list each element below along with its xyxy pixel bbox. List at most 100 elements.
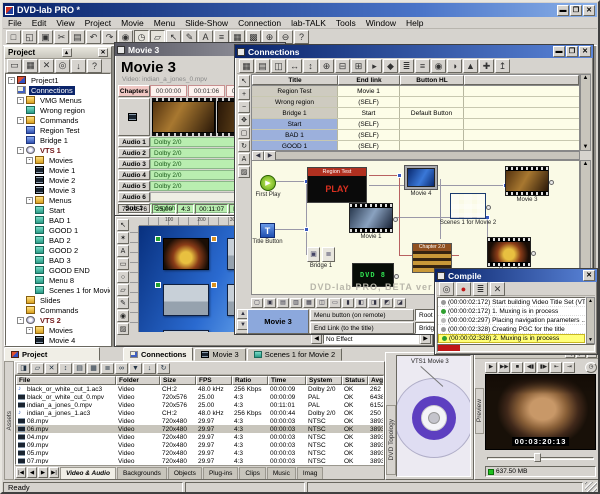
- asset-row-08-mpv[interactable]: 08.mpvVideo720x48029.974:300:00:03NTSCOK…: [16, 417, 383, 425]
- menu-edit[interactable]: Edit: [27, 18, 52, 28]
- fill-tool-icon[interactable]: ▨: [238, 166, 250, 178]
- project-panel-header[interactable]: Project ▴ ✕: [5, 47, 111, 59]
- tab-first-icon[interactable]: |◀: [16, 467, 26, 478]
- record-icon[interactable]: ●: [456, 282, 471, 296]
- project-tree[interactable]: -Project1Connections-VMG MenusWrong regi…: [5, 73, 111, 346]
- connections-row-region-test[interactable]: Region TestMovie 1: [252, 86, 579, 97]
- tree-item-movie-4[interactable]: Movie 4: [6, 335, 110, 345]
- refresh-icon[interactable]: ↻: [157, 363, 170, 374]
- tree-item-bad-3[interactable]: BAD 3: [6, 255, 110, 265]
- transition-select[interactable]: No Effect: [323, 334, 419, 344]
- tree-expander-icon[interactable]: -: [17, 317, 24, 324]
- maximize-icon[interactable]: ❐: [570, 5, 582, 16]
- open-folder-icon[interactable]: ▱: [31, 363, 44, 374]
- footer-tool-icon[interactable]: ▤: [277, 298, 289, 308]
- tree-expander-icon[interactable]: -: [26, 157, 33, 164]
- tree-item-start[interactable]: Start: [6, 205, 110, 215]
- panel-pin-icon[interactable]: ▴: [62, 48, 72, 57]
- column-header-end-link[interactable]: End link: [338, 75, 400, 85]
- filter-icon[interactable]: ▼: [129, 363, 142, 374]
- tree-item-bridge-1[interactable]: Bridge 1: [6, 135, 110, 145]
- asset-row-09-mpv[interactable]: 09.mpvVideo720x48029.974:300:00:03NTSCOK…: [16, 441, 383, 449]
- compile-close-icon[interactable]: ✕: [583, 270, 595, 281]
- conn-close-icon[interactable]: ✕: [579, 46, 591, 57]
- column-header-ratio[interactable]: Ratio: [232, 376, 268, 385]
- chapter-cell[interactable]: 00:00:00: [150, 85, 187, 97]
- track-label[interactable]: Audio 6: [118, 192, 150, 202]
- play-icon[interactable]: ▶: [485, 362, 497, 373]
- connections-row-wrong-region[interactable]: Wrong region(SELF): [252, 97, 579, 108]
- tree-expander-icon[interactable]: -: [26, 197, 33, 204]
- asset-row-black-or-white-cut-0-mpv[interactable]: black_or_white_cut_0.mpvVideo720x57625.0…: [16, 393, 383, 401]
- tree-item-movies[interactable]: -Movies: [6, 155, 110, 165]
- node-first-play[interactable]: ▶First Play: [260, 175, 276, 191]
- category-tab-backgrounds[interactable]: Backgrounds: [117, 467, 167, 479]
- category-tab-clips[interactable]: Clips: [239, 467, 265, 479]
- auto-arrange-icon[interactable]: ◫: [271, 59, 286, 73]
- tree-item-good-1[interactable]: GOOD 1: [6, 225, 110, 235]
- help-icon[interactable]: ?: [294, 30, 309, 44]
- menu-file[interactable]: File: [3, 18, 27, 28]
- add-movie-icon[interactable]: ▭: [7, 59, 22, 73]
- asset-row-black-or-white-cut-1-ac3[interactable]: ♪black_or_white_cut_1.ac3VideoCH:248.0 k…: [16, 385, 383, 393]
- delete-item-icon[interactable]: ✕: [39, 59, 54, 73]
- sort-icon[interactable]: ↕: [59, 363, 72, 374]
- tab-preview[interactable]: Preview: [475, 388, 484, 434]
- asset-row-indian-a-jones-1-ac3[interactable]: ♪indian_a_jones_1.ac3VideoCH:248.0 kHz25…: [16, 409, 383, 417]
- new-icon[interactable]: □: [6, 30, 21, 44]
- tree-expander-icon[interactable]: -: [17, 147, 24, 154]
- tree-item-vts-2[interactable]: -VTS 2: [6, 315, 110, 325]
- log-list-icon[interactable]: ≣: [473, 282, 488, 296]
- connections-row-start[interactable]: Start(SELF): [252, 119, 579, 130]
- asset-row-05-mpv[interactable]: 05.mpvVideo720x48029.974:300:00:03NTSCOK…: [16, 449, 383, 457]
- import-asset-icon[interactable]: ↓: [71, 59, 86, 73]
- tree-item-vts-1[interactable]: -VTS 1: [6, 145, 110, 155]
- footer-tool-icon[interactable]: ◨: [368, 298, 380, 308]
- column-header-avg-bitr[interactable]: Avg Bitr: [368, 376, 384, 385]
- menu-lab-talk[interactable]: lab-TALK: [286, 18, 331, 28]
- menu-window[interactable]: Window: [361, 18, 401, 28]
- footer-tool-icon[interactable]: ▢: [251, 298, 263, 308]
- import-icon[interactable]: ↓: [143, 363, 156, 374]
- conn-maximize-icon[interactable]: ❐: [566, 46, 578, 57]
- loop-tool-icon[interactable]: ↻: [238, 140, 250, 152]
- tree-item-good-2[interactable]: GOOD 2: [6, 245, 110, 255]
- tree-item-movies[interactable]: -Movies: [6, 325, 110, 335]
- menu-movie[interactable]: Movie: [116, 18, 149, 28]
- show-vts-icon[interactable]: ◉: [431, 59, 446, 73]
- tab-movie-3[interactable]: Movie 3: [194, 348, 245, 361]
- tree-item-commands[interactable]: Commands: [6, 305, 110, 315]
- column-header-system[interactable]: System: [306, 376, 342, 385]
- footer-tool-icon[interactable]: ▦: [303, 298, 315, 308]
- column-header-folder[interactable]: Folder: [116, 376, 160, 385]
- track-label[interactable]: Audio 4: [118, 170, 150, 180]
- thumbnail-view-icon[interactable]: ▦: [87, 363, 100, 374]
- column-header-size[interactable]: Size: [160, 376, 196, 385]
- assets-table[interactable]: FileFolderSizeFPSRatioTimeSystemStatusAv…: [15, 375, 384, 465]
- tree-item-good-end[interactable]: GOOD END: [6, 265, 110, 275]
- node-movie-2[interactable]: Movie 2: [487, 237, 531, 267]
- scroll-left-icon[interactable]: ◀: [252, 151, 264, 161]
- tree-item-movie-3[interactable]: Movie 3: [6, 185, 110, 195]
- column-header-button-hl[interactable]: Button HL: [400, 75, 464, 85]
- connections-row-good-1[interactable]: GOOD 1(SELF): [252, 141, 579, 151]
- node-movie-1[interactable]: Movie 1: [349, 203, 393, 233]
- add-menu-icon[interactable]: ▦: [23, 59, 38, 73]
- fill-tool-icon[interactable]: ▨: [117, 323, 129, 335]
- menu-menu[interactable]: Menu: [149, 18, 180, 28]
- tree-item-commands[interactable]: -Commands: [6, 115, 110, 125]
- column-header-file[interactable]: File: [16, 376, 116, 385]
- category-tab-objects[interactable]: Objects: [168, 467, 202, 479]
- undo-icon[interactable]: ↶: [86, 30, 101, 44]
- tab-connections[interactable]: Connections: [123, 347, 193, 361]
- add-link-tool-icon[interactable]: +: [238, 88, 250, 100]
- track-label[interactable]: Audio 3: [118, 159, 150, 169]
- video-track-label[interactable]: [118, 98, 150, 136]
- minimize-icon[interactable]: ▬: [557, 5, 569, 16]
- node-scenes-menu[interactable]: Scenes 1 for Movie 2: [450, 193, 486, 219]
- cut-icon[interactable]: ✂: [54, 30, 69, 44]
- pointer-tool-icon[interactable]: ↖: [117, 219, 129, 231]
- track-label[interactable]: Audio 2: [118, 148, 150, 158]
- text-tool-icon[interactable]: A: [238, 153, 250, 165]
- tree-expander-icon[interactable]: -: [26, 327, 33, 334]
